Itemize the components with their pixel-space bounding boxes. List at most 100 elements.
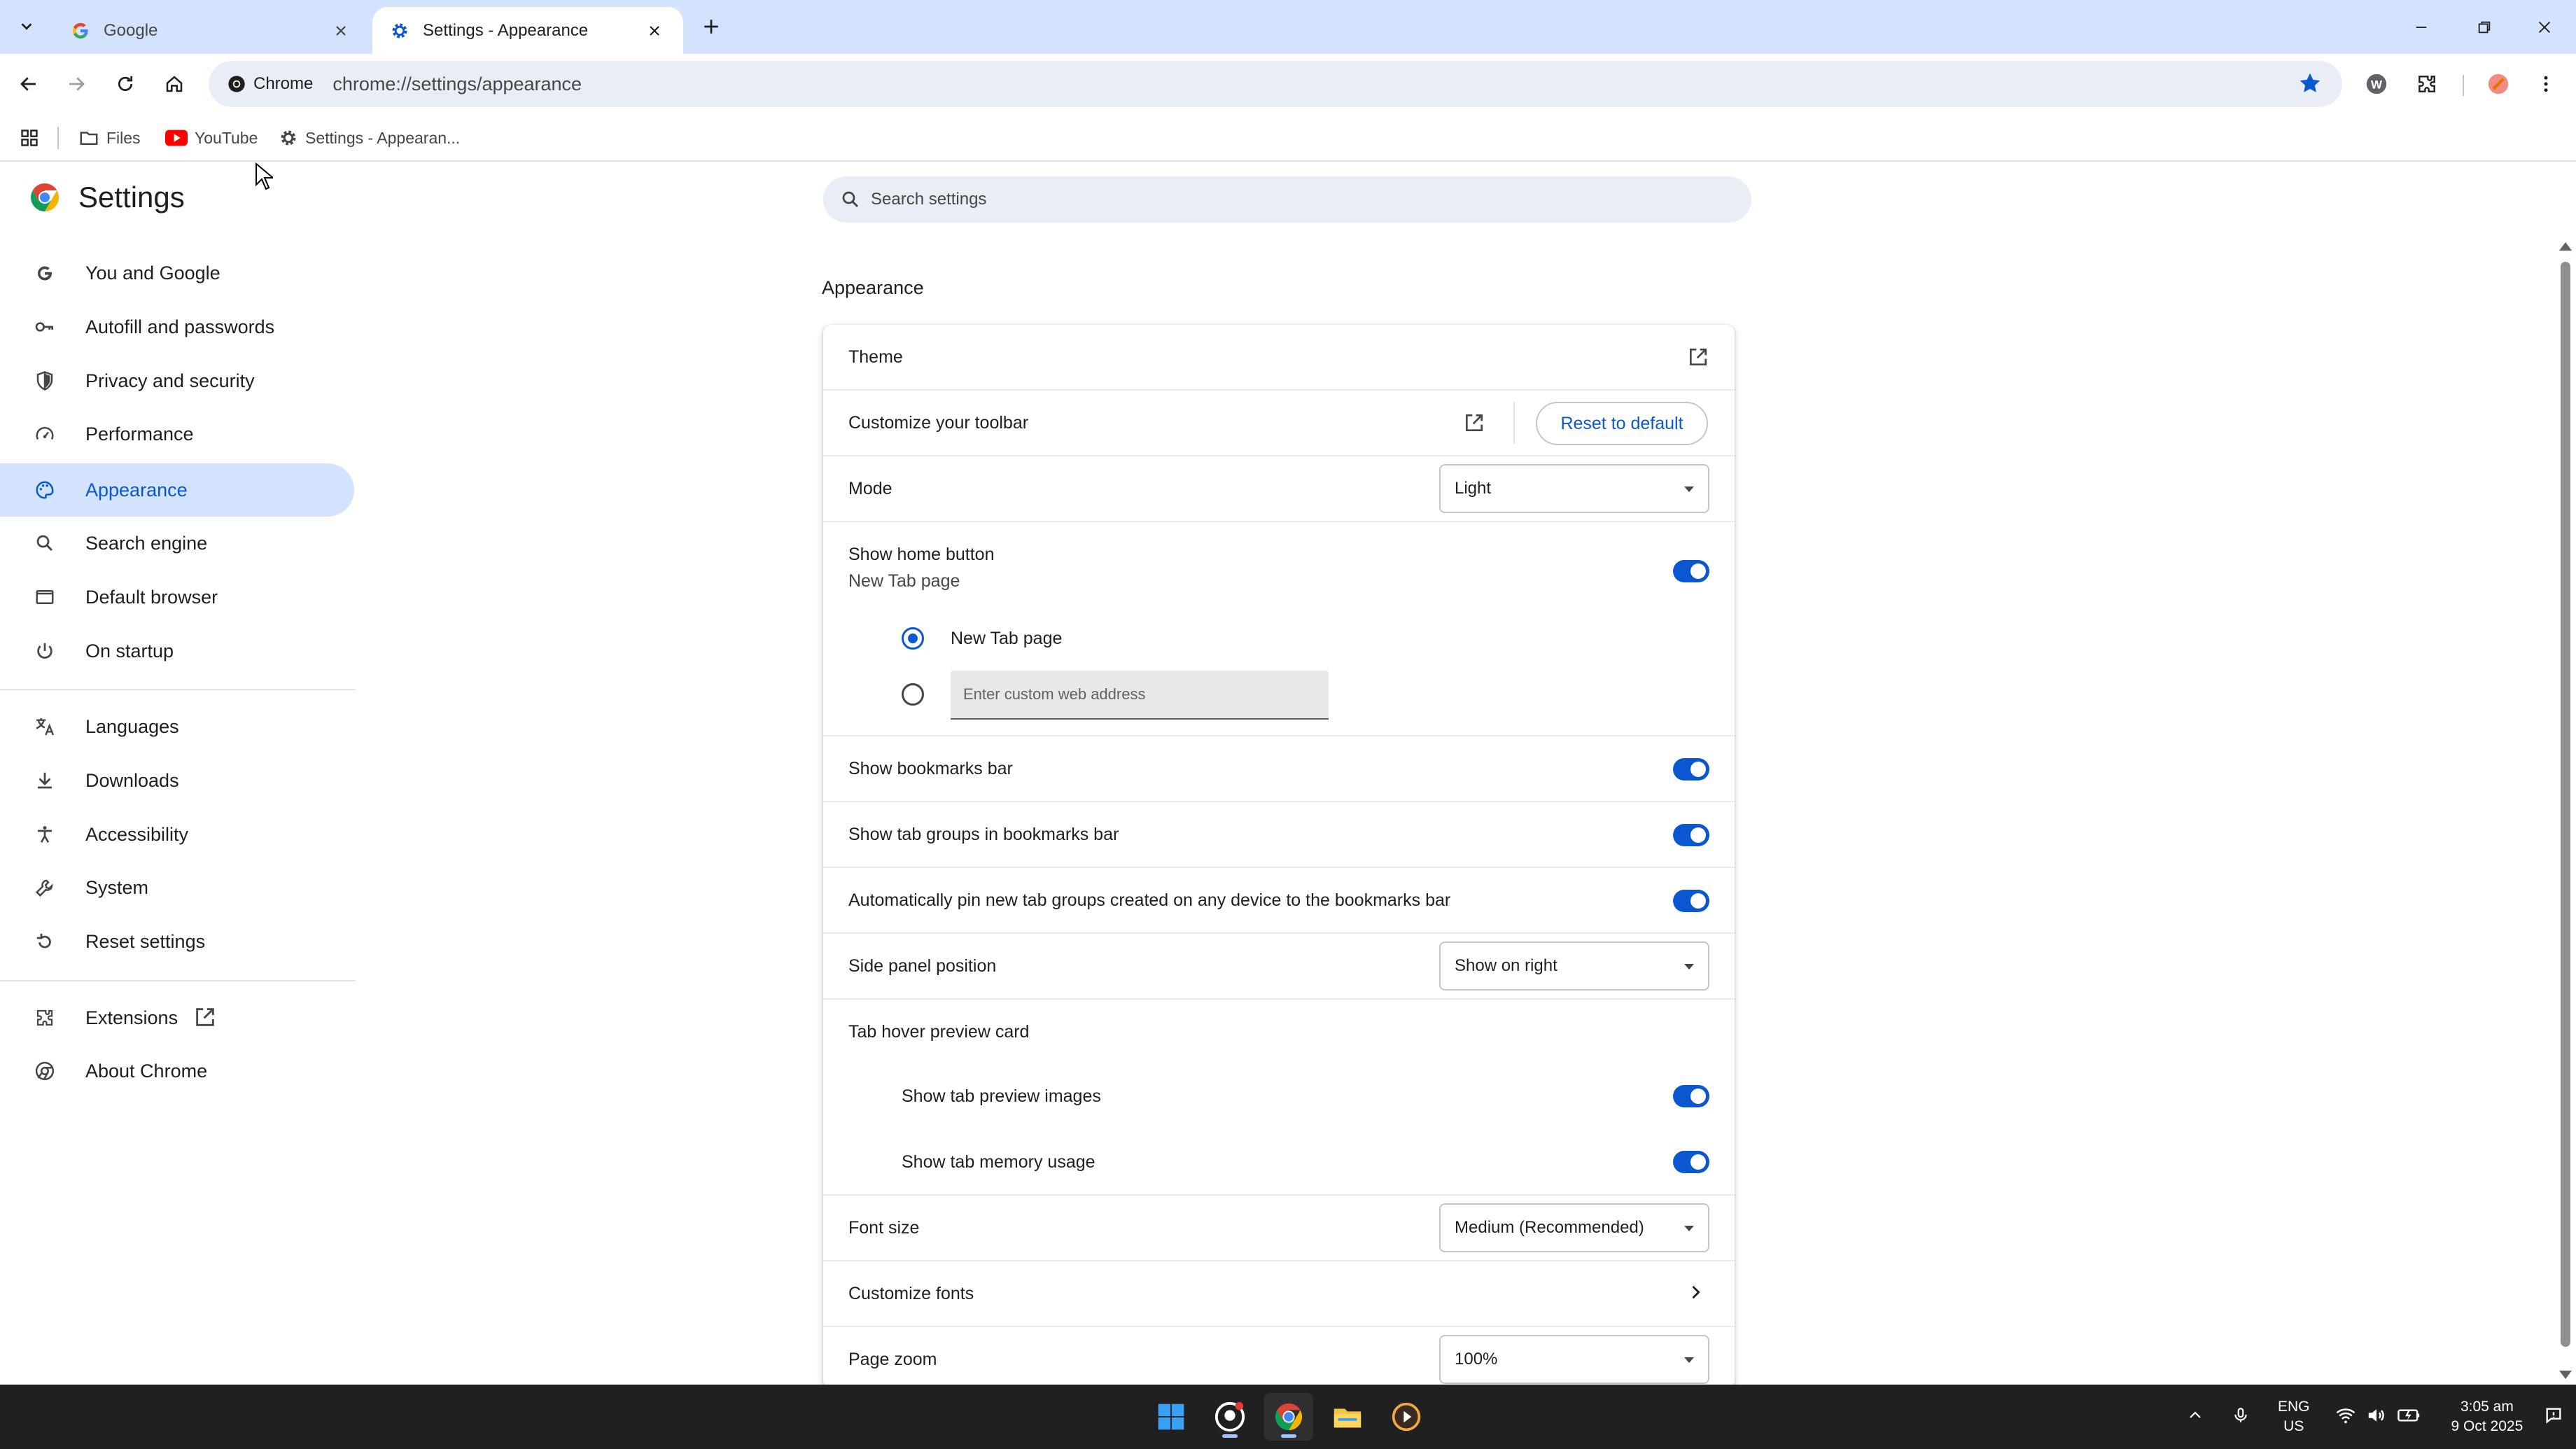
- sidebar-item-languages[interactable]: Languages: [0, 700, 354, 753]
- volume-icon[interactable]: [2366, 1405, 2387, 1429]
- font-size-select[interactable]: Medium (Recommended): [1439, 1203, 1709, 1252]
- key-icon: [31, 313, 59, 341]
- github-icon: [1214, 1401, 1245, 1432]
- side-panel-label: Side panel position: [848, 956, 997, 976]
- auto-pin-toggle[interactable]: [1673, 890, 1709, 912]
- customize-fonts-label: Customize fonts: [848, 1284, 974, 1303]
- profile-extension-button[interactable]: W: [2362, 69, 2391, 99]
- sidebar-item-label: Accessibility: [85, 823, 189, 845]
- page-zoom-select[interactable]: 100%: [1439, 1335, 1709, 1384]
- sidebar-item-you-and-google[interactable]: You and Google: [0, 246, 354, 300]
- taskbar-app-file-explorer[interactable]: [1323, 1393, 1372, 1441]
- search-settings-box[interactable]: [823, 176, 1751, 223]
- sidebar-item-label: On startup: [85, 640, 174, 662]
- forward-button[interactable]: [60, 68, 92, 100]
- address-bar[interactable]: Chrome chrome://settings/appearance: [209, 61, 2342, 107]
- mode-label: Mode: [848, 479, 892, 498]
- url-text[interactable]: chrome://settings/appearance: [332, 74, 582, 95]
- mode-select[interactable]: Light: [1439, 464, 1709, 513]
- external-link-icon[interactable]: [1460, 409, 1488, 437]
- sidebar-item-on-startup[interactable]: On startup: [0, 624, 354, 678]
- folder-icon: [80, 132, 98, 145]
- tab-search-button[interactable]: [10, 11, 43, 42]
- show-hidden-icons-chevron-icon[interactable]: [2187, 1407, 2204, 1427]
- font-size-value: Medium (Recommended): [1455, 1218, 1644, 1237]
- sidebar-item-label: Appearance: [85, 479, 188, 500]
- forward-arrow-icon: [69, 77, 85, 91]
- search-icon: [31, 529, 59, 557]
- mouse-cursor-icon: [255, 162, 275, 194]
- theme-row[interactable]: Theme: [823, 325, 1735, 391]
- sidebar-item-reset-settings[interactable]: Reset settings: [0, 915, 354, 968]
- chevron-right-icon: [1686, 1282, 1705, 1306]
- external-link-icon[interactable]: [1684, 343, 1712, 371]
- new-tab-button[interactable]: [697, 13, 725, 41]
- menu-button[interactable]: [2531, 69, 2561, 99]
- radio-new-tab-page[interactable]: [902, 627, 924, 650]
- reload-button[interactable]: [109, 68, 141, 100]
- close-window-button[interactable]: [2527, 10, 2562, 45]
- sidebar-item-performance[interactable]: Performance: [0, 407, 354, 461]
- taskbar-app-media-player[interactable]: [1382, 1393, 1431, 1441]
- bookmark-star-icon[interactable]: [2297, 71, 2323, 99]
- radio-custom-address[interactable]: [902, 683, 924, 706]
- palette-icon: [31, 476, 59, 504]
- profile-avatar[interactable]: [2484, 69, 2513, 99]
- customize-fonts-row[interactable]: Customize fonts: [823, 1261, 1735, 1327]
- custom-address-input[interactable]: [951, 671, 1329, 720]
- extensions-button[interactable]: [2412, 69, 2442, 99]
- scroll-down-arrow-icon[interactable]: [2559, 1371, 2572, 1379]
- chrome-logo-icon: [1275, 1403, 1303, 1431]
- sidebar-item-about-chrome[interactable]: About Chrome: [0, 1044, 354, 1098]
- sidebar-item-privacy[interactable]: Privacy and security: [0, 354, 354, 407]
- scrollbar-thumb[interactable]: [2561, 262, 2570, 1347]
- apps-button[interactable]: [15, 124, 43, 152]
- battery-icon[interactable]: [2397, 1405, 2421, 1429]
- memory-usage-toggle[interactable]: [1673, 1151, 1709, 1173]
- sidebar-item-extensions[interactable]: Extensions: [0, 991, 354, 1044]
- restore-button[interactable]: [2467, 10, 2502, 45]
- sidebar-item-default-browser[interactable]: Default browser: [0, 570, 354, 624]
- language-indicator[interactable]: ENG US: [2278, 1397, 2310, 1436]
- taskbar-app-github[interactable]: [1205, 1393, 1254, 1441]
- close-icon[interactable]: [643, 19, 666, 43]
- bookmark-youtube[interactable]: YouTube: [165, 124, 258, 152]
- preview-images-toggle[interactable]: [1673, 1085, 1709, 1107]
- home-button[interactable]: [158, 68, 190, 100]
- close-icon[interactable]: [329, 19, 353, 43]
- tab-groups-toggle[interactable]: [1673, 824, 1709, 846]
- bookmark-files[interactable]: Files: [78, 124, 141, 152]
- tab-google[interactable]: Google: [53, 7, 370, 54]
- taskbar-app-chrome[interactable]: [1264, 1393, 1313, 1441]
- page-zoom-value: 100%: [1455, 1350, 1498, 1368]
- auto-pin-label: Automatically pin new tab groups created…: [848, 890, 1451, 910]
- sidebar-item-system[interactable]: System: [0, 861, 354, 914]
- wifi-icon[interactable]: [2335, 1405, 2356, 1429]
- search-input[interactable]: [871, 190, 1711, 209]
- appearance-card: Theme Customize your toolbar Reset to de…: [823, 325, 1735, 1389]
- windows-taskbar: ENG US 3:05 am 9 Oct 2025: [0, 1385, 2576, 1449]
- microphone-icon[interactable]: [2232, 1406, 2250, 1428]
- clock[interactable]: 3:05 am 9 Oct 2025: [2451, 1397, 2524, 1436]
- home-button-toggle[interactable]: [1673, 560, 1709, 582]
- sidebar-item-autofill[interactable]: Autofill and passwords: [0, 300, 354, 354]
- back-button[interactable]: [13, 68, 45, 100]
- minimize-button[interactable]: [2404, 10, 2439, 45]
- language-bottom: US: [2283, 1418, 2304, 1434]
- side-panel-select[interactable]: Show on right: [1439, 941, 1709, 990]
- site-info-chip[interactable]: Chrome: [221, 68, 321, 100]
- home-button-row: Show home button New Tab page New Tab pa…: [823, 522, 1735, 736]
- tab-settings[interactable]: Settings - Appearance: [372, 7, 683, 54]
- scroll-up-arrow-icon[interactable]: [2559, 242, 2572, 251]
- reset-to-default-button[interactable]: Reset to default: [1536, 402, 1708, 445]
- dropdown-caret-icon: [1684, 1357, 1694, 1363]
- bookmarks-bar-toggle[interactable]: [1673, 758, 1709, 780]
- sidebar-item-downloads[interactable]: Downloads: [0, 754, 354, 807]
- bookmark-settings[interactable]: Settings - Appearan...: [279, 124, 460, 152]
- sidebar-item-search-engine[interactable]: Search engine: [0, 517, 354, 570]
- sidebar-item-appearance[interactable]: Appearance: [0, 463, 354, 517]
- sidebar-item-accessibility[interactable]: Accessibility: [0, 808, 354, 861]
- tab-groups-row: Show tab groups in bookmarks bar: [823, 802, 1735, 868]
- notification-bell-icon[interactable]: [2544, 1406, 2563, 1429]
- start-button[interactable]: [1147, 1393, 1196, 1441]
